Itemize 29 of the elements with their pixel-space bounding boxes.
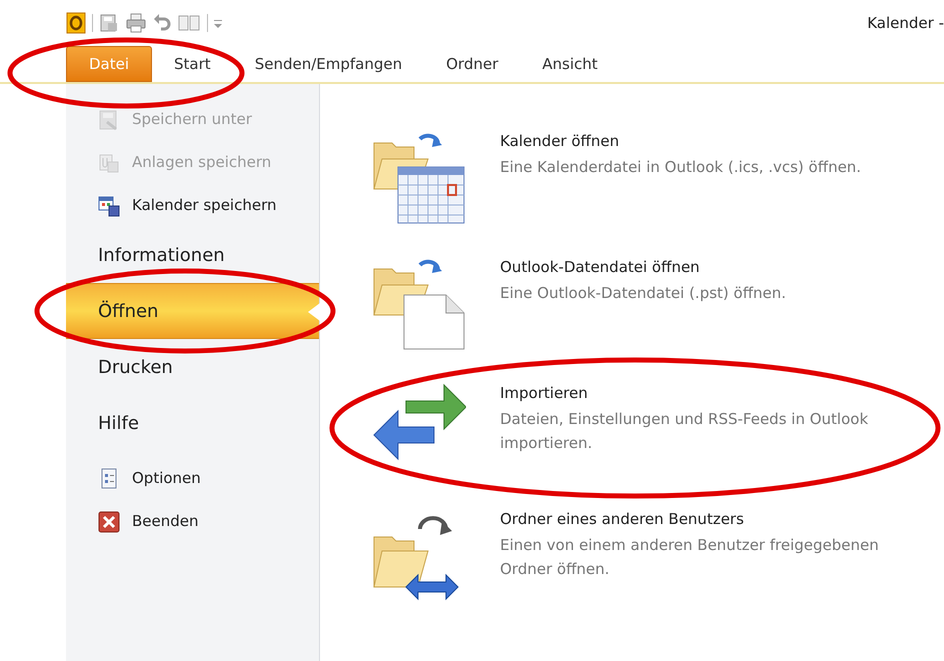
menu-item[interactable]: Öffnen <box>66 283 319 339</box>
option-title[interactable]: Ordner eines anderen Benutzers <box>500 509 910 529</box>
app-logo-icon[interactable] <box>66 12 86 34</box>
option-description: Einen von einem anderen Benutzer freigegebenen Ordner öffnen. <box>500 535 880 580</box>
option-title[interactable]: Kalender öffnen <box>500 131 910 151</box>
option-description: Eine Outlook-Datendatei (.pst) öffnen. <box>500 283 788 304</box>
option-title[interactable]: Outlook-Datendatei öffnen <box>500 257 910 277</box>
window-title: Kalender - <box>867 12 944 34</box>
book-icon[interactable] <box>177 13 201 33</box>
ribbon-tab[interactable]: Ordner <box>424 46 520 82</box>
attachment-save-icon <box>98 152 120 174</box>
printer-icon[interactable] <box>125 13 147 33</box>
menu-item[interactable]: Kalender speichern <box>66 184 319 227</box>
menu-item[interactable]: Drucken <box>66 339 319 395</box>
save-as-icon <box>98 108 120 130</box>
save-icon[interactable] <box>99 13 119 33</box>
option-description: Eine Kalenderdatei in Outlook (.ics, .vcs) öffnen. <box>500 157 862 178</box>
undo-icon[interactable] <box>153 13 171 33</box>
menu-item[interactable]: Hilfe <box>66 395 319 451</box>
menu-item[interactable]: Beenden <box>66 500 319 543</box>
ribbon-tab[interactable]: Ansicht <box>520 46 620 82</box>
ribbon-tab[interactable]: Senden/Empfangen <box>232 46 424 82</box>
option-description: Dateien, Einstellungen und RSS-Feeds in Outlook importieren. <box>500 409 870 454</box>
option-title[interactable]: Importieren <box>500 383 910 403</box>
close-icon <box>98 510 120 532</box>
menu-item[interactable]: Informationen <box>66 227 319 283</box>
ribbon-tab[interactable]: Start <box>152 46 233 82</box>
calendar-save-icon <box>98 194 120 216</box>
menu-item[interactable]: Optionen <box>66 457 319 500</box>
